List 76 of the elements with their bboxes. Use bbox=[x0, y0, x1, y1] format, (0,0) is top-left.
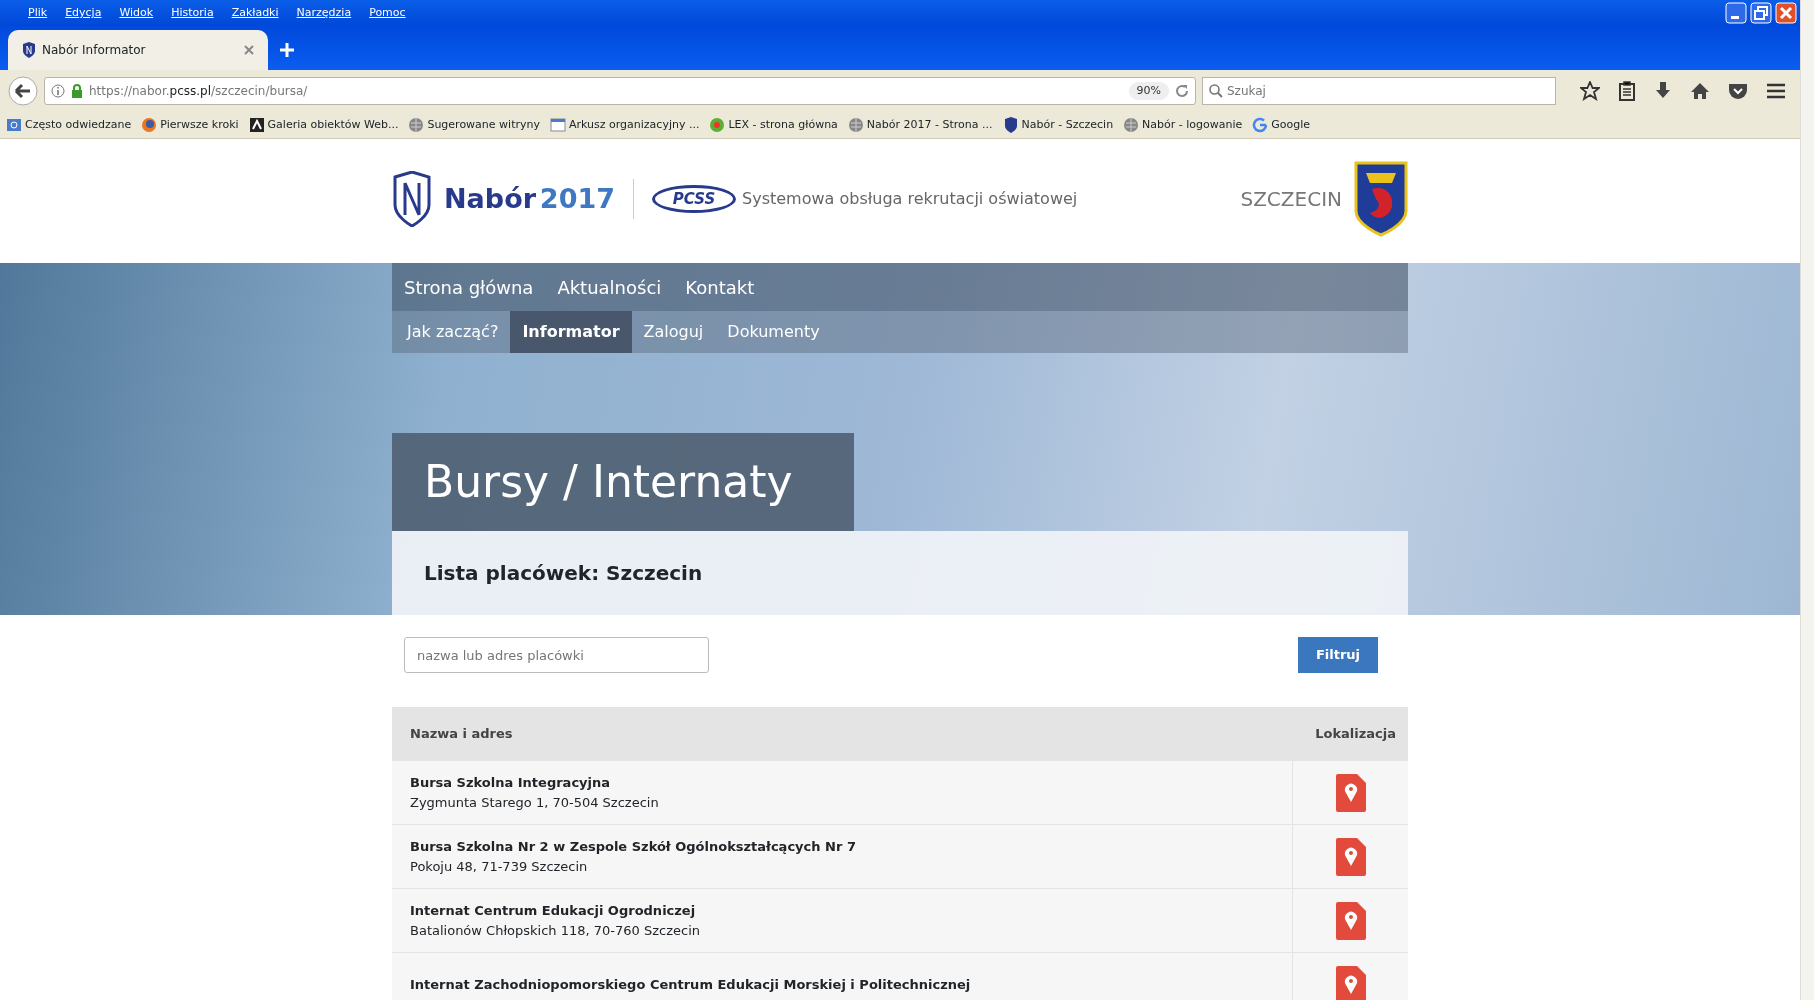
back-icon[interactable] bbox=[8, 76, 38, 107]
globe-icon bbox=[408, 116, 425, 133]
map-pin-icon[interactable] bbox=[1335, 773, 1366, 812]
bookmark[interactable]: Często odwiedzane bbox=[6, 116, 132, 134]
menu-item[interactable]: Narzędzia bbox=[296, 5, 352, 22]
bookmark[interactable]: Nabór - logowanie bbox=[1123, 116, 1243, 134]
column-header: Nazwa i adres bbox=[409, 725, 514, 744]
bookmark[interactable]: Arkusz organizacyjny ... bbox=[550, 116, 700, 134]
restore-icon[interactable] bbox=[1750, 2, 1772, 25]
map-pin-icon[interactable] bbox=[1335, 837, 1366, 876]
facility-address: Batalionów Chłopskich 118, 70-760 Szczecin bbox=[410, 921, 702, 940]
home-icon[interactable] bbox=[1690, 81, 1710, 102]
google-icon bbox=[1252, 116, 1269, 133]
facility-address: Zygmunta Starego 1, 70-504 Szczecin bbox=[410, 793, 660, 812]
nav-link[interactable]: Kontakt bbox=[685, 273, 755, 301]
search-field[interactable]: Szukaj bbox=[1202, 77, 1556, 106]
new-tab-icon[interactable] bbox=[280, 43, 294, 58]
reload-icon[interactable] bbox=[1175, 84, 1189, 99]
folder-icon bbox=[6, 116, 22, 133]
pocket-icon[interactable] bbox=[1728, 82, 1748, 101]
bookmark[interactable]: Pierwsze kroki bbox=[141, 116, 239, 134]
partner-logo: PCSS bbox=[652, 185, 736, 214]
tab-title: Nabór Informator bbox=[42, 42, 147, 60]
info-icon bbox=[51, 84, 65, 99]
gallery-icon bbox=[248, 116, 265, 133]
clipboard-icon[interactable] bbox=[1618, 81, 1636, 102]
spreadsheet-icon bbox=[550, 116, 566, 133]
search-icon bbox=[1209, 84, 1223, 99]
map-pin-icon[interactable] bbox=[1335, 901, 1366, 940]
menu-item[interactable]: Edycja bbox=[65, 5, 102, 22]
zoom-level[interactable]: 90% bbox=[1128, 81, 1169, 101]
bookmark[interactable]: Sugerowane witryny bbox=[408, 116, 540, 134]
nav-tab[interactable]: Informator bbox=[510, 311, 632, 354]
menu-icon[interactable] bbox=[1766, 82, 1786, 101]
browser-tab[interactable]: Nabór Informator bbox=[8, 30, 268, 71]
facility-name: Internat Zachodniopomorskiego Centrum Edukacji Morskiej i Politechnicznej bbox=[410, 975, 972, 994]
minimize-icon[interactable] bbox=[1725, 2, 1747, 25]
menu-item[interactable]: Zakładki bbox=[231, 5, 279, 22]
menu-item[interactable]: Plik bbox=[28, 5, 48, 22]
address-field[interactable]: https://nabor.pcss.pl/szczecin/bursa/ 90% bbox=[44, 77, 1196, 106]
menu-item[interactable]: Pomoc bbox=[369, 5, 406, 22]
shield-icon bbox=[22, 42, 36, 59]
section-heading: Lista placówek: Szczecin bbox=[392, 531, 1408, 616]
bookmark[interactable]: Galeria obiektów Web... bbox=[248, 116, 399, 134]
city-name: SZCZECIN bbox=[1240, 186, 1342, 214]
facility-name: Bursa Szkolna Nr 2 w Zespole Szkół Ogólnokształcących Nr 7 bbox=[410, 838, 857, 857]
nav-link[interactable]: Strona główna bbox=[404, 273, 534, 301]
bookmark[interactable]: Nabór - Szczecin bbox=[1002, 116, 1114, 134]
lock-icon bbox=[71, 84, 83, 99]
nav-link[interactable]: Aktualności bbox=[557, 273, 662, 301]
globe-icon bbox=[1123, 116, 1140, 133]
globe-icon bbox=[847, 116, 864, 133]
url-text: https://nabor.pcss.pl/szczecin/bursa/ bbox=[89, 83, 309, 101]
brand-name: Nabór 2017 bbox=[444, 181, 615, 216]
bookmark[interactable]: LEX - strona główna bbox=[709, 116, 838, 134]
facility-name: Bursa Szkolna Integracyjna bbox=[410, 774, 612, 793]
facility-address: Pokoju 48, 71-739 Szczecin bbox=[410, 857, 589, 876]
filter-field[interactable]: nazwa lub adres placówki bbox=[404, 637, 709, 674]
bookmark[interactable]: Nabór 2017 - Strona ... bbox=[847, 116, 993, 134]
shield-logo-icon bbox=[392, 171, 432, 228]
column-header: Lokalizacja bbox=[1315, 725, 1397, 744]
scrollbar[interactable] bbox=[1800, 0, 1814, 1000]
map-pin-icon[interactable] bbox=[1335, 965, 1366, 1000]
menu-item[interactable]: Widok bbox=[119, 5, 154, 22]
fox-icon bbox=[141, 116, 158, 133]
star-icon[interactable] bbox=[1580, 81, 1600, 102]
filter-button[interactable]: Filtruj bbox=[1298, 637, 1378, 674]
facility-name: Internat Centrum Edukacji Ogrodniczej bbox=[410, 902, 697, 921]
close-icon[interactable] bbox=[244, 45, 254, 56]
tagline: Systemowa obsługa rekrutacji oświatowej bbox=[742, 188, 1078, 211]
page-title: Bursy / Internaty bbox=[392, 433, 854, 532]
lex-icon bbox=[709, 116, 726, 133]
shield-icon bbox=[1002, 116, 1019, 133]
bookmark[interactable]: Google bbox=[1252, 116, 1311, 134]
menu-item[interactable]: Historia bbox=[171, 5, 214, 22]
coat-of-arms-icon bbox=[1354, 161, 1408, 238]
